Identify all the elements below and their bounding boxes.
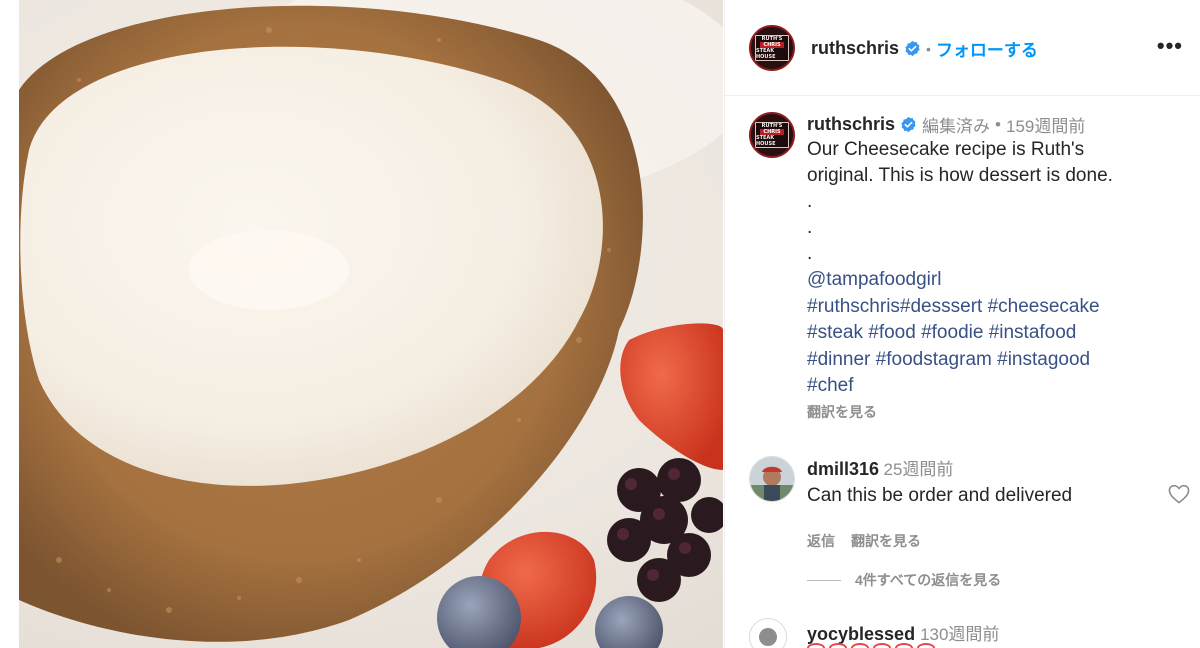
comment-text: Can this be order and delivered [807, 485, 1073, 506]
separator-dot: • [926, 40, 931, 57]
hashtag-line[interactable]: #steak #food #foodie #instafood [807, 320, 1187, 347]
logo-text-bottom: STEAK HOUSE [756, 48, 776, 60]
commenter-username[interactable]: yocyblessed [807, 624, 915, 645]
see-translation-button[interactable]: 翻訳を見る [851, 531, 921, 551]
caption-author-avatar[interactable]: RUTH'S CHRIS STEAK HOUSE [749, 112, 795, 158]
comment-item: yocyblessed 130週間前 [807, 620, 999, 645]
commenter-username[interactable]: dmill316 [807, 459, 879, 479]
hashtag-line[interactable]: #dinner #foodstagram #instagood [807, 347, 1187, 374]
commenter-avatar[interactable] [749, 456, 795, 502]
follow-button[interactable]: フォローする [936, 36, 1038, 61]
ruths-chris-logo: RUTH'S CHRIS STEAK HOUSE [755, 35, 789, 61]
logo-text-bottom: STEAK HOUSE [756, 135, 776, 147]
verified-badge-icon [901, 116, 916, 133]
comment-timestamp[interactable]: 25週間前 [884, 460, 954, 479]
view-replies-button[interactable]: 4件すべての返信を見る [807, 570, 1001, 590]
verified-badge-icon [905, 40, 920, 57]
more-options-icon[interactable]: ••• [1157, 35, 1183, 57]
heart-emoji-icon [829, 643, 847, 648]
hashtag-line[interactable]: #ruthschris#desssert #cheesecake [807, 294, 1187, 321]
post-header: RUTH'S CHRIS STEAK HOUSE ruthschris • フォ… [725, 0, 1200, 96]
heart-emoji-icon [895, 643, 913, 648]
heart-emoji-icon [917, 643, 935, 648]
heart-emoji-icon [807, 643, 825, 648]
replies-divider [807, 579, 841, 581]
reply-button[interactable]: 返信 [807, 531, 835, 551]
avatar-photo [750, 457, 794, 501]
see-translation-button[interactable]: 翻訳を見る [807, 402, 1187, 422]
header-user-row: ruthschris • フォローする [811, 36, 1038, 61]
comment-timestamp[interactable]: 130週間前 [920, 620, 999, 645]
caption-line: . [807, 191, 813, 212]
caption-line: Our Cheesecake recipe is Ruth's [807, 139, 1085, 160]
caption-line: . [807, 243, 813, 264]
hashtag-line[interactable]: #chef [807, 373, 1187, 400]
view-replies-label: 4件すべての返信を見る [855, 572, 1002, 588]
commenter-avatar[interactable] [749, 618, 787, 648]
caption-line: . [807, 217, 813, 238]
author-avatar[interactable]: RUTH'S CHRIS STEAK HOUSE [749, 25, 795, 71]
cheesecake-image [19, 0, 723, 648]
avatar-placeholder [759, 628, 777, 646]
comment-item: dmill316 25週間前 Can this be order and del… [807, 455, 1167, 551]
separator-dot: • [995, 114, 1001, 134]
heart-emoji-icon [851, 643, 869, 648]
caption-timestamp[interactable]: 159週間前 [1006, 112, 1085, 137]
comment-actions: 返信 翻訳を見る [807, 531, 1167, 551]
caption-line: original. This is how dessert is done. [807, 165, 1113, 186]
comment-emoji-row [807, 643, 935, 648]
edited-label: 編集済み [922, 117, 991, 136]
caption-header: ruthschris 編集済み • 159週間前 [807, 112, 1187, 137]
ruths-chris-logo: RUTH'S CHRIS STEAK HOUSE [755, 122, 789, 148]
author-username[interactable]: ruthschris [811, 38, 899, 59]
post-photo[interactable] [19, 0, 723, 648]
heart-outline-icon[interactable] [1168, 484, 1190, 504]
post-caption: ruthschris 編集済み • 159週間前 Our Cheesecake … [807, 112, 1187, 422]
post-details-panel: RUTH'S CHRIS STEAK HOUSE ruthschris • フォ… [724, 0, 1200, 648]
caption-body: Our Cheesecake recipe is Ruth's original… [807, 137, 1187, 400]
mention-link[interactable]: @tampafoodgirl [807, 267, 1187, 294]
caption-author-username[interactable]: ruthschris [807, 114, 895, 135]
heart-emoji-icon [873, 643, 891, 648]
